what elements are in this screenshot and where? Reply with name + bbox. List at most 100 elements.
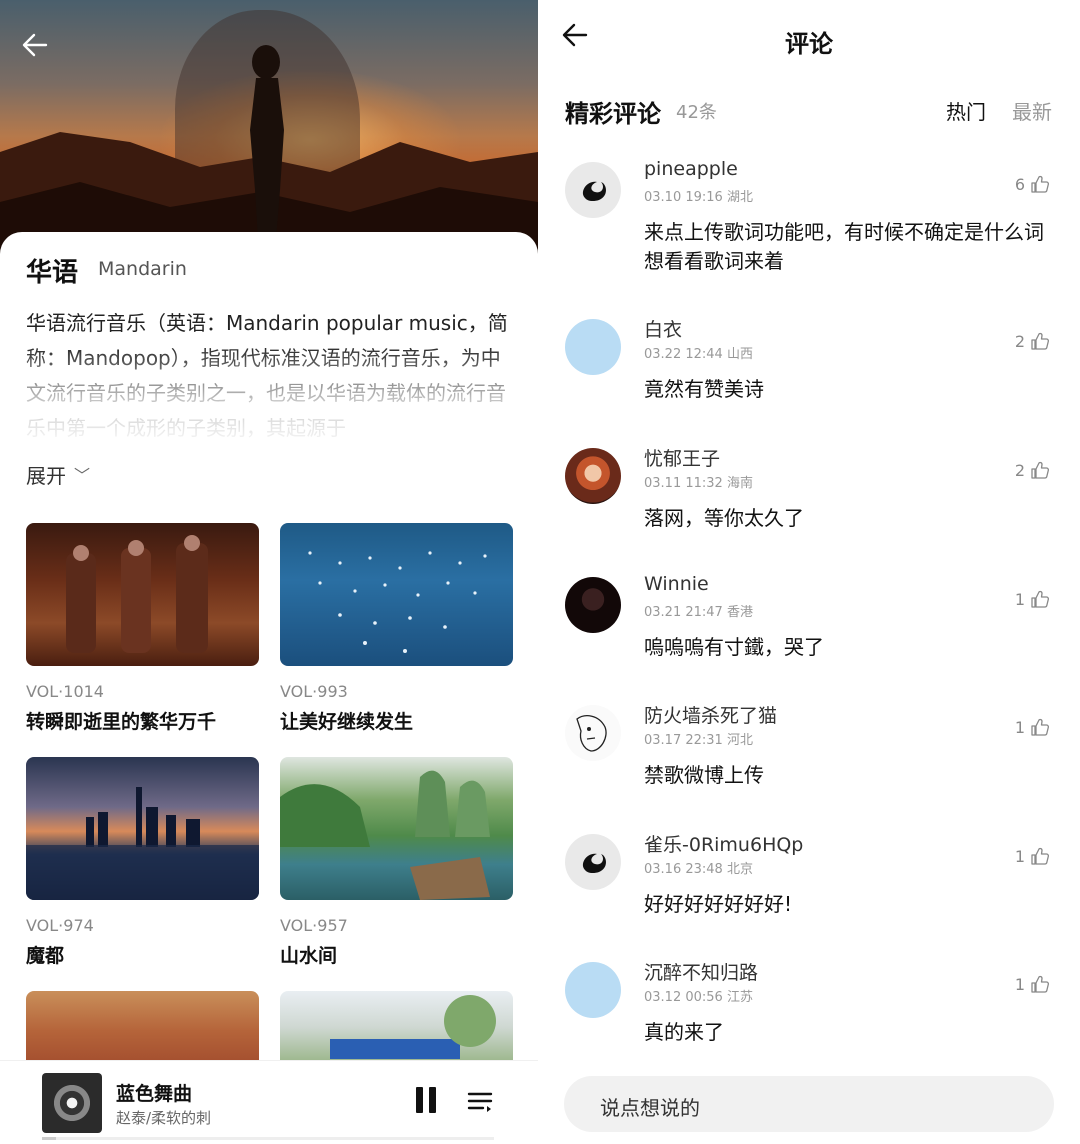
cover-art	[330, 995, 496, 1059]
hero-image	[0, 0, 538, 262]
swan-logo-icon	[582, 181, 606, 202]
comment-username[interactable]: 白衣	[644, 315, 682, 342]
comment-username[interactable]: 防火墙杀死了猫	[644, 701, 777, 728]
user-avatar[interactable]	[565, 162, 621, 218]
playlist-name: 让美好继续发生	[280, 711, 414, 733]
like-count: 6	[1014, 174, 1025, 194]
playlist-panel: 华语 Mandarin 华语流行音乐（英语：Mandarin popular m…	[0, 0, 538, 1144]
playlist-cover	[280, 991, 513, 1071]
user-avatar[interactable]	[565, 705, 621, 761]
playlist-card[interactable]: VOL·1014 转瞬即逝里的繁华万千	[26, 523, 259, 734]
thumbs-up-icon	[1031, 847, 1050, 865]
playlist-card[interactable]: VOL·974 魔都	[26, 757, 259, 968]
playlist-card[interactable]: VOL·993 让美好继续发生	[280, 523, 513, 734]
comment-item: 雀乐-0Rimu6HQp 03.16 23:48 北京 1 好好好好好好好!	[538, 820, 1080, 948]
comment-item: 忧郁王子 03.11 11:32 海南 2 落网，等你太久了	[538, 434, 1080, 562]
like-button[interactable]: 1	[1015, 846, 1050, 866]
comment-text: 来点上传歌词功能吧，有时候不确定是什么词想看看歌词来着	[644, 220, 1044, 273]
thumbs-up-icon	[1031, 461, 1050, 479]
pause-icon	[416, 1087, 423, 1113]
page-title: 评论	[785, 30, 833, 58]
thumbs-up-icon	[1031, 332, 1050, 350]
comments-panel: 评论 精彩评论 42条 热门 最新 pineapple 03.10 19:16 湖…	[538, 0, 1080, 1144]
playlist-cover	[26, 757, 259, 900]
comment-username[interactable]: 忧郁王子	[644, 444, 720, 471]
playlist-vol: VOL·974	[26, 916, 94, 935]
comment-item: 防火墙杀死了猫 03.17 22:31 河北 1 禁歌微博上传	[538, 691, 1080, 819]
like-button[interactable]: 2	[1015, 331, 1050, 351]
comment-input-placeholder: 说点想说的	[600, 1096, 700, 1120]
playlist-vol: VOL·993	[280, 682, 348, 701]
like-button[interactable]: 1	[1015, 974, 1050, 994]
expand-label: 展开	[26, 464, 66, 488]
comment-username[interactable]: pineapple	[644, 158, 738, 180]
comment-input[interactable]: 说点想说的	[564, 1076, 1054, 1132]
user-avatar[interactable]	[565, 448, 621, 504]
playlist-card[interactable]	[280, 991, 513, 1071]
sort-hot-tab[interactable]: 热门	[946, 96, 986, 125]
comment-item: Winnie 03.21 21:47 香港 1 嗚嗚嗚有寸鐵，哭了	[538, 563, 1080, 691]
comment-username[interactable]: 沉醉不知归路	[644, 958, 758, 985]
now-playing-cover[interactable]	[42, 1073, 102, 1133]
description-fade	[0, 344, 538, 449]
playback-progress-fill	[42, 1137, 56, 1140]
sort-newest-tab[interactable]: 最新	[1012, 96, 1052, 125]
like-button[interactable]: 2	[1015, 460, 1050, 480]
like-count: 1	[1014, 589, 1025, 609]
playlist-card[interactable]	[26, 991, 259, 1071]
section-title: 精彩评论	[565, 100, 661, 128]
sketch-avatar-icon	[576, 715, 607, 752]
hero-person-silhouette	[250, 45, 284, 240]
now-playing-artist: 赵泰/柔软的刺	[116, 1109, 212, 1127]
cover-art	[308, 551, 487, 653]
comment-username[interactable]: 雀乐-0Rimu6HQp	[644, 830, 803, 857]
mini-player[interactable]: 蓝色舞曲 赵泰/柔软的刺	[0, 1060, 538, 1144]
playlist-cover	[26, 991, 259, 1071]
now-playing-title: 蓝色舞曲	[116, 1083, 193, 1105]
comment-meta: 03.21 21:47 香港	[644, 605, 753, 620]
like-count: 1	[1014, 846, 1025, 866]
user-avatar[interactable]	[565, 577, 621, 633]
playlist-name: 魔都	[26, 945, 65, 967]
playlist-vol: VOL·957	[280, 916, 348, 935]
cover-art	[26, 787, 259, 900]
genre-sheet: 华语 Mandarin 华语流行音乐（英语：Mandarin popular m…	[0, 232, 538, 1144]
cover-art	[66, 535, 208, 653]
comment-text: 真的来了	[644, 1020, 724, 1044]
back-button[interactable]	[20, 30, 56, 66]
like-count: 2	[1014, 460, 1025, 480]
pause-icon	[429, 1087, 436, 1113]
comment-count: 42条	[676, 102, 717, 123]
expand-button[interactable]: 展开 ﹀	[26, 460, 90, 489]
thumbs-up-icon	[1031, 590, 1050, 608]
playlist-card[interactable]: VOL·957 山水间	[280, 757, 513, 968]
swan-logo-icon	[582, 853, 606, 874]
playlist-vol: VOL·1014	[26, 682, 104, 701]
like-count: 1	[1014, 974, 1025, 994]
like-button[interactable]: 1	[1015, 717, 1050, 737]
comment-text: 嗚嗚嗚有寸鐵，哭了	[644, 635, 824, 659]
like-button[interactable]: 1	[1015, 589, 1050, 609]
playlist-name: 转瞬即逝里的繁华万千	[26, 711, 217, 733]
comment-text: 落网，等你太久了	[644, 506, 804, 530]
comment-text: 竟然有赞美诗	[644, 377, 764, 401]
playback-progress[interactable]	[42, 1137, 494, 1140]
user-avatar[interactable]	[565, 319, 621, 375]
comment-item: pineapple 03.10 19:16 湖北 6 来点上传歌词功能吧，有时候不确定…	[538, 148, 1080, 276]
cover-art	[280, 770, 490, 900]
chevron-down-icon: ﹀	[74, 466, 91, 485]
user-avatar[interactable]	[565, 962, 621, 1018]
comment-meta: 03.11 11:32 海南	[644, 476, 753, 491]
comment-text: 禁歌微博上传	[644, 763, 764, 787]
thumbs-up-icon	[1031, 175, 1050, 193]
playlist-queue-button[interactable]	[466, 1087, 494, 1115]
pause-button[interactable]	[414, 1087, 438, 1115]
like-button[interactable]: 6	[1015, 174, 1050, 194]
like-count: 2	[1014, 331, 1025, 351]
playlist-cover	[280, 757, 513, 900]
playlist-name: 山水间	[280, 945, 338, 967]
comment-meta: 03.10 19:16 湖北	[644, 190, 753, 205]
comment-username[interactable]: Winnie	[644, 573, 709, 595]
user-avatar[interactable]	[565, 834, 621, 890]
like-count: 1	[1014, 717, 1025, 737]
